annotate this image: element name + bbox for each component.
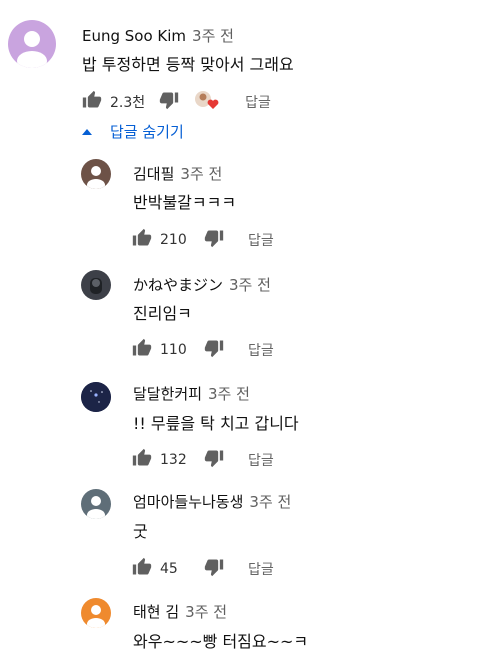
reply-button[interactable]: 답글 [245,92,271,112]
timestamp[interactable]: 3주 전 [185,603,227,621]
like-count: 2.3천 [110,95,146,111]
avatar[interactable] [8,20,56,68]
author-name[interactable]: 태현 김 [133,603,179,621]
author-name[interactable]: かねやまジン [133,276,223,294]
reply-button[interactable]: 답글 [248,450,274,470]
comment-text: !! 무릎을 탁 치고 갑니다 [133,414,299,433]
comment-author[interactable]: かねやまジン 3주 전 [133,274,271,295]
avatar[interactable] [81,382,111,412]
author-name[interactable]: 달달한커피 [133,385,202,403]
comment-actions: 2.3천 답글 [82,90,271,114]
thumbs-down-icon[interactable] [204,557,224,581]
comment-author[interactable]: Eung Soo Kim 3주 전 [82,25,234,46]
author-name[interactable]: Eung Soo Kim [82,27,186,45]
thumbs-down-icon[interactable] [204,448,224,472]
thumbs-down-icon[interactable] [159,90,179,114]
thumbs-up-icon[interactable] [132,448,152,472]
like-count: 132 [160,452,187,468]
avatar[interactable] [81,270,111,300]
avatar[interactable] [81,598,111,628]
like-count: 210 [160,232,187,248]
thumbs-up-icon[interactable] [82,90,102,114]
author-name[interactable]: 엄마아들누나동생 [133,493,243,511]
like-count: 45 [160,561,178,577]
hide-replies-label: 답글 숨기기 [110,123,184,141]
comment-author[interactable]: 김대필 3주 전 [133,163,222,184]
thumbs-down-icon[interactable] [204,338,224,362]
comment-author[interactable]: 태현 김 3주 전 [133,601,227,622]
hide-replies-button[interactable]: 답글 숨기기 [82,121,184,142]
author-name[interactable]: 김대필 [133,165,174,183]
timestamp[interactable]: 3주 전 [208,385,250,403]
timestamp[interactable]: 3주 전 [229,276,271,294]
comment-actions: 132 답글 [132,448,274,472]
timestamp[interactable]: 3주 전 [249,493,291,511]
reply-button[interactable]: 답글 [248,559,274,579]
comment-text: 밥 투정하면 등짝 맞아서 그래요 [82,55,294,74]
caret-up-icon [82,128,92,135]
comment-text: 반박불갈ㅋㅋㅋ [133,193,237,212]
comment-author[interactable]: 달달한커피 3주 전 [133,383,250,404]
comment-text: 진리임ㅋ [133,304,192,323]
like-count: 110 [160,342,187,358]
comment-author[interactable]: 엄마아들누나동생 3주 전 [133,491,291,512]
reply-button[interactable]: 답글 [248,340,274,360]
reply-button[interactable]: 답글 [248,230,274,250]
avatar[interactable] [81,159,111,189]
comment-actions: 110 답글 [132,338,274,362]
timestamp[interactable]: 3주 전 [180,165,222,183]
comment-actions: 45 답글 [132,557,274,581]
thumbs-down-icon[interactable] [204,228,224,252]
creator-heart-icon [193,89,221,115]
comment-text: 와우~~~빵 터짐요~~ㅋ [133,632,309,651]
timestamp[interactable]: 3주 전 [192,27,234,45]
thumbs-up-icon[interactable] [132,557,152,581]
comment-text: 굿 [133,522,148,541]
comment-actions: 210 답글 [132,228,274,252]
avatar[interactable] [81,489,111,519]
thumbs-up-icon[interactable] [132,228,152,252]
thumbs-up-icon[interactable] [132,338,152,362]
